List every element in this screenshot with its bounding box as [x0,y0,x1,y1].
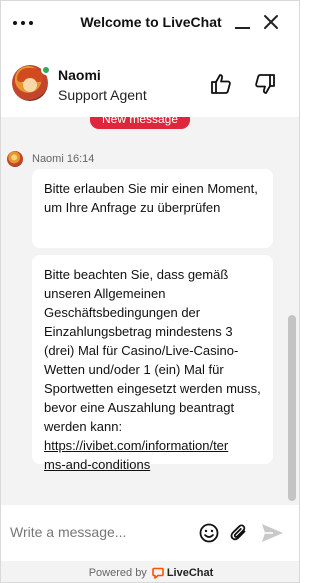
thumbs-up-icon [211,74,231,94]
agent-role: Support Agent [58,87,147,103]
livechat-logo-icon [152,567,164,579]
message-list[interactable]: New message Naomi 16:14 Bitte erlauben S… [1,117,299,505]
send-icon [262,524,283,542]
new-message-badge[interactable]: New message [90,117,190,129]
message-bubble: Bitte beachten Sie, dass gemäß unseren A… [32,255,273,472]
minimize-icon [235,27,250,29]
message-input[interactable] [10,519,190,545]
agent-name: Naomi [58,67,101,83]
attach-file-button[interactable] [228,522,250,544]
close-button[interactable] [262,13,280,31]
rate-good-button[interactable] [209,72,233,96]
thumbs-down-icon [255,74,275,94]
rate-bad-button[interactable] [253,72,277,96]
message-text: Bitte erlauben Sie mir einen Moment, um … [44,181,258,215]
title-bar: Welcome to LiveChat [1,1,299,45]
message-bubble: Bitte erlauben Sie mir einen Moment, um … [32,169,273,248]
send-button[interactable] [259,521,285,545]
message-text: Bitte beachten Sie, dass gemäß unseren A… [44,267,261,434]
close-icon [264,15,278,29]
footer: Powered by LiveChat [1,561,299,582]
brand-name: LiveChat [166,566,214,579]
minimize-button[interactable] [234,13,252,31]
paperclip-icon [230,524,246,541]
agent-header: Naomi Support Agent [1,53,299,117]
emoji-button[interactable] [198,522,220,544]
message-meta: Naomi 16:14 [7,150,94,168]
message-author-time: Naomi 16:14 [32,153,95,165]
terms-link[interactable]: https://ivibet.com/information/ter ms-and… [44,438,228,472]
window-title: Welcome to LiveChat [80,14,222,30]
agent-avatar-wrap [12,65,51,101]
powered-by-text: Powered by [88,566,147,579]
online-status-dot [41,65,51,75]
emoji-icon [199,523,219,543]
livechat-brand-link[interactable]: LiveChat [152,567,213,579]
chat-widget: Welcome to LiveChat Naomi Support Agent [0,0,300,583]
avatar [7,151,23,167]
composer [1,505,299,561]
scrollbar[interactable] [288,315,296,501]
